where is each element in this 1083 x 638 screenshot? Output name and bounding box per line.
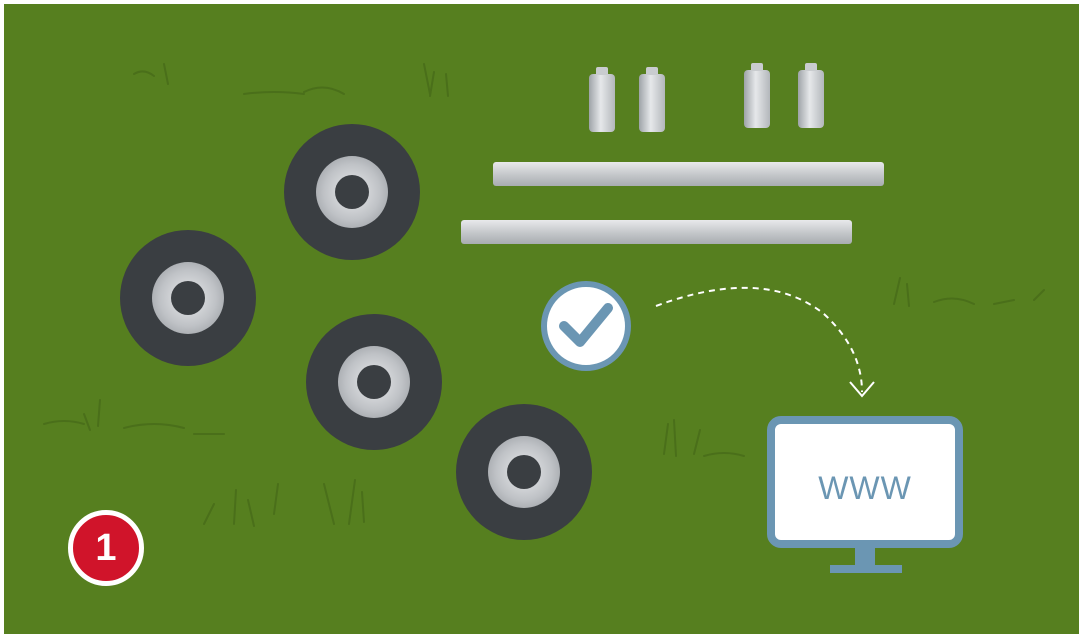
illustration-scene: WWW 1 [4, 4, 1079, 634]
monitor-stand [855, 548, 875, 566]
monitor-base [830, 565, 902, 573]
step-number-badge: 1 [68, 510, 144, 586]
monitor-label: WWW [818, 470, 912, 506]
computer-monitor-icon: WWW [767, 416, 963, 548]
